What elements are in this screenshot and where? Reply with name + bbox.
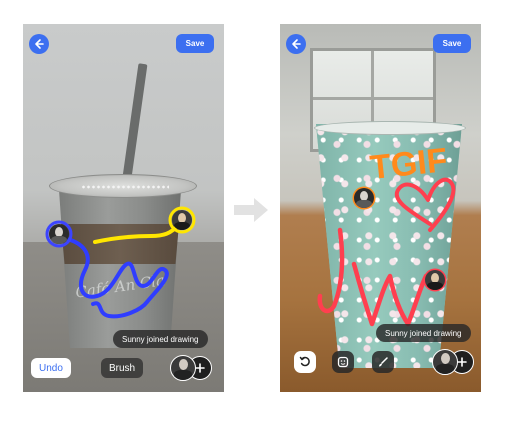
brush-icon	[379, 357, 388, 367]
participant-avatar-blue	[49, 224, 69, 244]
add-icon	[195, 363, 205, 373]
back-arrow-icon	[35, 39, 44, 49]
sticker-icon	[337, 356, 349, 368]
participant-thumbnail	[432, 349, 458, 375]
back-arrow-icon	[292, 39, 301, 49]
yellow-stroke	[93, 222, 181, 244]
save-button[interactable]: Save	[176, 34, 214, 53]
phone-screen-before: Café An Cla Save Sunny joined drawing Un…	[23, 24, 224, 392]
red-heart-stroke	[394, 177, 456, 232]
blue-stroke	[61, 236, 169, 319]
back-button[interactable]	[286, 34, 306, 54]
join-toast: Sunny joined drawing	[376, 324, 471, 342]
drawn-text-tgif: TGIF	[368, 141, 449, 187]
undo-icon	[299, 356, 310, 367]
participants-group	[432, 349, 474, 375]
undo-button[interactable]	[294, 351, 316, 373]
participant-avatar-yellow	[172, 210, 192, 230]
brush-button[interactable]	[372, 351, 394, 373]
undo-button[interactable]: Undo	[31, 358, 71, 378]
phone-screen-after: TGIF Save Sunny joined drawing	[280, 24, 481, 392]
back-button[interactable]	[29, 34, 49, 54]
participant-avatar-orange	[354, 188, 374, 208]
participants-group	[170, 355, 212, 381]
brush-button[interactable]: Brush	[101, 358, 144, 378]
red-jw-stroke	[317, 227, 429, 327]
participant-avatar-red	[425, 270, 445, 290]
add-icon	[457, 357, 467, 367]
sticker-button[interactable]	[332, 351, 354, 373]
save-button[interactable]: Save	[433, 34, 471, 53]
arrow-right-icon	[234, 198, 268, 222]
join-toast: Sunny joined drawing	[113, 330, 208, 348]
participant-thumbnail	[170, 355, 196, 381]
